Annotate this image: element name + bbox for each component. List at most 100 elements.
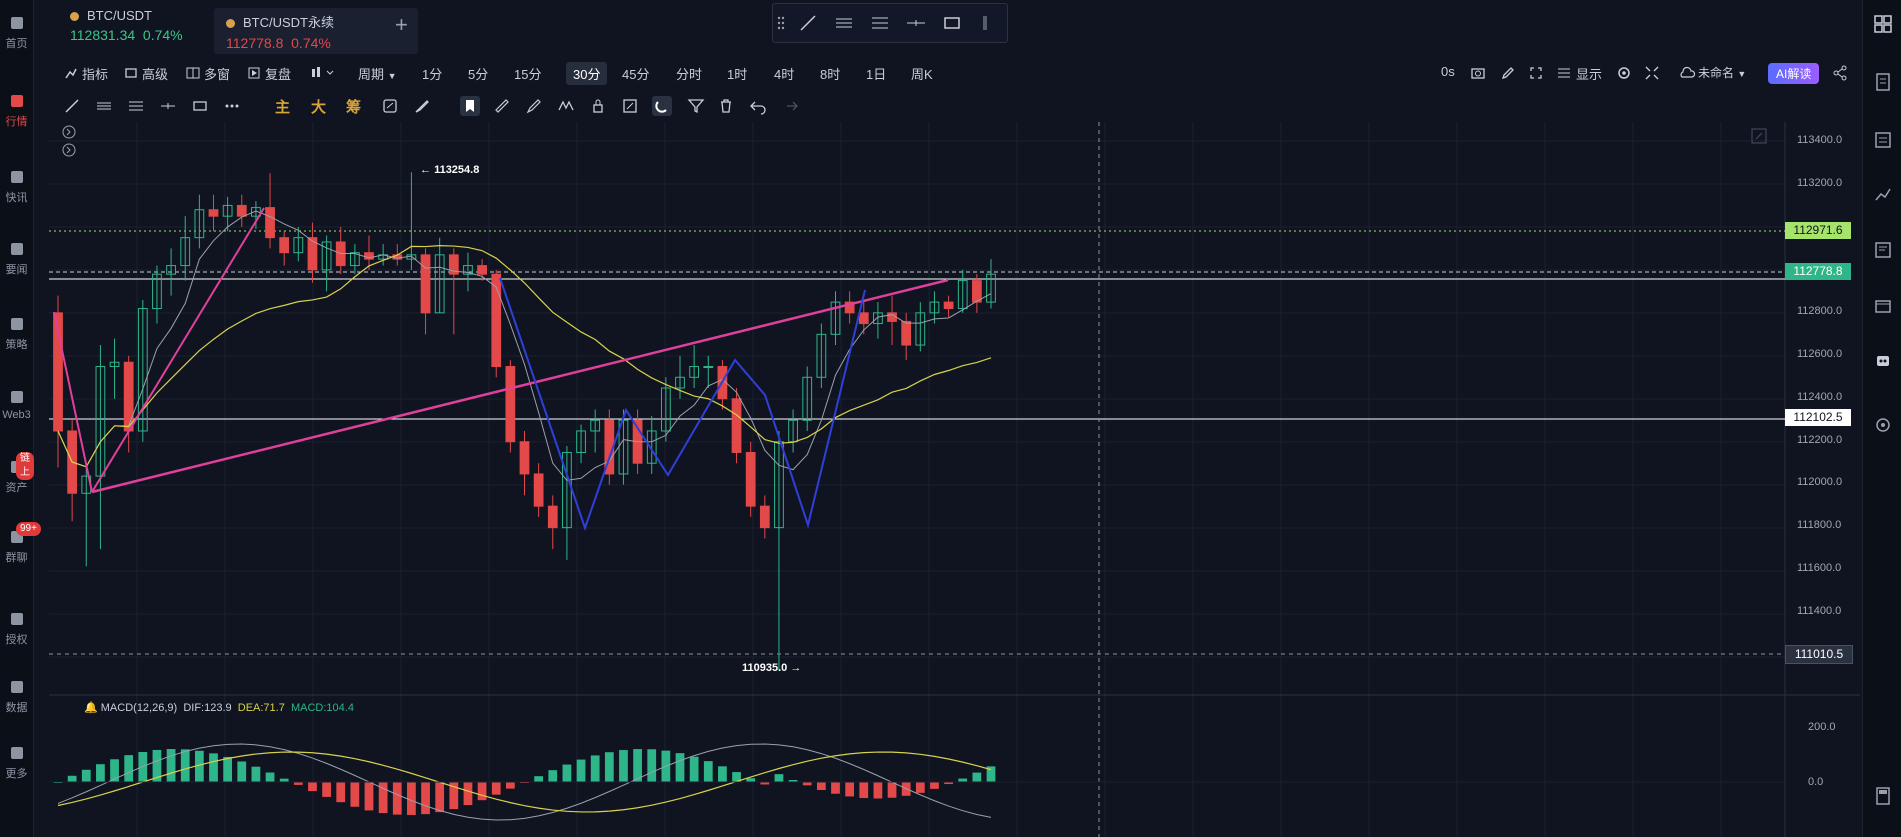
candle-body <box>547 505 558 529</box>
macd-histogram-bar <box>590 755 600 782</box>
macd-histogram-bar <box>548 770 558 782</box>
maximize-chart-icon[interactable] <box>1750 127 1768 145</box>
price-tick: 112600.0 <box>1797 348 1843 360</box>
macd-histogram-bar <box>477 782 487 801</box>
macd-histogram-bar <box>576 759 586 782</box>
macd-histogram-bar <box>124 755 134 782</box>
macd-histogram-bar <box>223 756 233 782</box>
candle-body <box>123 361 134 432</box>
bell-icon[interactable]: 🔔 <box>84 702 98 714</box>
macd-histogram-bar <box>407 782 416 815</box>
calculator-icon[interactable] <box>1873 786 1893 806</box>
candle-body <box>519 441 530 475</box>
candle-body <box>208 209 219 217</box>
macd-histogram-bar <box>505 782 515 789</box>
macd-histogram-bar <box>364 782 374 811</box>
macd-histogram-bar <box>718 766 727 782</box>
expand-panel-icon[interactable] <box>62 143 76 157</box>
price-tick: 112200.0 <box>1797 434 1843 446</box>
settings-circle-icon[interactable] <box>1873 415 1893 435</box>
robot-icon[interactable] <box>1873 350 1893 370</box>
macd-histogram-bar <box>265 772 275 782</box>
macd-histogram-bar <box>859 782 869 799</box>
macd-histogram-bar <box>972 772 982 782</box>
candle-body <box>971 280 982 303</box>
macd-tick: 0.0 <box>1808 776 1824 788</box>
macd-histogram-bar <box>180 749 190 782</box>
price-tick: 113400.0 <box>1797 134 1843 146</box>
macd-histogram-bar <box>774 774 784 782</box>
macd-histogram-bar <box>435 782 445 813</box>
low-value: 110935.0 <box>742 662 788 674</box>
price-tick: 111600.0 <box>1797 562 1842 574</box>
wallet-card-icon[interactable] <box>1873 296 1893 316</box>
price-tick: 113200.0 <box>1797 177 1843 189</box>
macd-histogram-bar <box>421 782 430 815</box>
macd-histogram-bar <box>689 756 699 782</box>
macd-histogram-bar <box>67 775 77 782</box>
candle-body <box>505 366 516 443</box>
candle-body <box>703 366 714 369</box>
macd-histogram-bar <box>915 782 925 793</box>
candle-body <box>279 237 290 254</box>
macd-histogram-bar <box>279 778 289 782</box>
current-price-label: 112778.8 <box>1785 263 1851 280</box>
candle-body <box>265 207 275 239</box>
macd-histogram-bar <box>463 782 473 806</box>
candle-body <box>759 505 770 529</box>
candle-body <box>477 265 487 275</box>
green-level-label: 112971.6 <box>1785 222 1851 239</box>
right-sidebar <box>1862 0 1901 837</box>
candle-body <box>236 204 247 217</box>
document-icon[interactable] <box>1873 72 1893 92</box>
high-value: 113254.8 <box>434 164 480 176</box>
macd-histogram-bar <box>534 776 544 782</box>
macd-histogram-bar <box>209 753 218 782</box>
macd-histogram-bar <box>816 782 826 790</box>
macd-histogram-bar <box>619 750 628 782</box>
low-annotation: 110935.0 → <box>742 662 802 674</box>
macd-histogram-bar <box>336 782 346 803</box>
macd-dea: DEA:71.7 <box>237 702 285 714</box>
macd-title: MACD(12,26,9) <box>100 702 178 714</box>
macd-histogram-bar <box>675 753 685 782</box>
candle-body <box>901 320 912 346</box>
macd-value: MACD:104.4 <box>290 702 354 714</box>
trend-chart-icon[interactable] <box>1873 184 1893 204</box>
macd-histogram-bar <box>81 769 91 782</box>
price-tick: 111400.0 <box>1797 605 1842 617</box>
candle-body <box>745 451 756 507</box>
high-annotation: ← 113254.8 <box>420 164 480 176</box>
price-tick: 111800.0 <box>1797 519 1842 531</box>
macd-histogram-bar <box>251 766 261 782</box>
macd-histogram-bar <box>562 764 572 782</box>
macd-histogram-bar <box>647 749 657 782</box>
macd-histogram-bar <box>930 782 939 789</box>
macd-tick: 200.0 <box>1808 721 1836 733</box>
macd-histogram-bar <box>703 761 713 782</box>
white-level-label: 112102.5 <box>1785 409 1851 426</box>
macd-histogram-bar <box>96 764 105 782</box>
collapse-icon[interactable] <box>62 125 76 139</box>
price-tick: 112000.0 <box>1797 476 1843 488</box>
macd-histogram-bar <box>491 782 501 795</box>
chart-background <box>49 122 1785 695</box>
macd-histogram-bar <box>350 782 360 807</box>
list-icon[interactable] <box>1873 130 1893 150</box>
macd-histogram-bar <box>845 782 855 797</box>
macd-histogram-bar <box>237 761 247 782</box>
macd-histogram-bar <box>604 752 614 782</box>
macd-histogram-bar <box>958 778 968 782</box>
macd-histogram-bar <box>802 782 812 786</box>
macd-histogram-bar <box>322 782 331 797</box>
macd-dif: DIF:123.9 <box>183 702 232 714</box>
macd-histogram-bar <box>392 782 402 815</box>
order-book-icon[interactable] <box>1873 240 1893 260</box>
macd-histogram-bar <box>887 782 897 798</box>
price-tick: 112800.0 <box>1797 305 1843 317</box>
candle-body <box>420 254 431 314</box>
macd-histogram-bar <box>873 782 883 799</box>
layout-grid-icon[interactable] <box>1873 14 1893 34</box>
candle-body <box>943 301 954 310</box>
candle-body <box>731 398 742 453</box>
